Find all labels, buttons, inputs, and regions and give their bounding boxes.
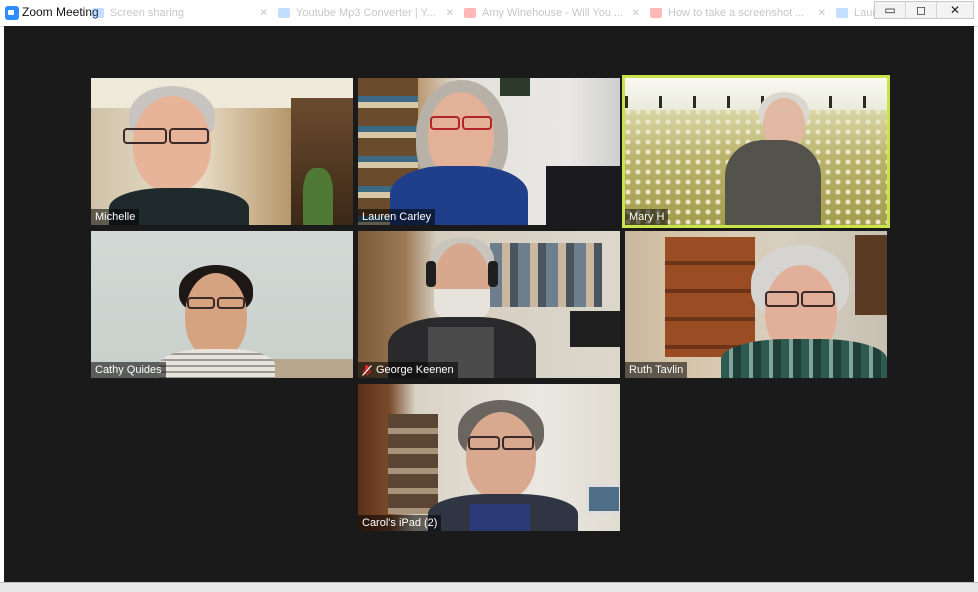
video-tile-carols-ipad[interactable]: Carol's iPad (2) — [358, 384, 620, 531]
background-tab-label: Screen sharing — [110, 7, 184, 19]
participant-name-label: Ruth Tavlin — [625, 362, 688, 378]
participant-name: Lauren Carley — [362, 211, 432, 223]
background-tab-label: How to take a screenshot ... — [668, 7, 805, 19]
participant-name-label: Michelle — [91, 209, 140, 225]
close-icon[interactable]: ✕ — [818, 8, 826, 19]
participant-name-label: Mary H — [625, 209, 669, 225]
video-feed — [358, 231, 620, 378]
background-tab-label: Youtube Mp3 Converter | Y... — [296, 7, 436, 19]
close-icon[interactable]: ✕ — [632, 8, 640, 19]
participant-name: Ruth Tavlin — [629, 364, 684, 376]
minimize-icon: ▭ — [884, 3, 896, 17]
zoom-app-icon — [5, 6, 19, 20]
video-tile-cathy-quides[interactable]: Cathy Quides — [91, 231, 353, 378]
background-tab-label: Amy Winehouse - Will You ... — [482, 7, 624, 19]
video-feed — [91, 231, 353, 378]
window-controls: ▭ ◻ ✕ — [874, 1, 974, 19]
title-bar: Zoom Meeting Screen sharing ✕ Youtube Mp… — [0, 0, 978, 27]
video-tile-ruth-tavlin[interactable]: Ruth Tavlin — [625, 231, 887, 378]
video-feed — [625, 78, 887, 225]
participant-name-label: Lauren Carley — [358, 209, 436, 225]
participant-name: Carol's iPad (2) — [362, 517, 438, 529]
participant-name: Michelle — [95, 211, 136, 223]
close-button[interactable]: ✕ — [936, 2, 973, 18]
youtube-icon — [650, 8, 662, 18]
gallery-view: Michelle Lauren Carley Mary H Cathy Quid… — [4, 26, 974, 582]
video-feed — [358, 384, 620, 531]
video-tile-mary-h[interactable]: Mary H — [622, 75, 890, 228]
zoom-icon — [278, 8, 290, 18]
video-feed — [625, 231, 887, 378]
maximize-button[interactable]: ◻ — [905, 2, 936, 18]
maximize-icon: ◻ — [916, 3, 926, 17]
participant-name: Mary H — [629, 211, 665, 223]
minimize-button[interactable]: ▭ — [875, 2, 905, 18]
background-tab[interactable]: Amy Winehouse - Will You ... ✕ — [464, 5, 650, 21]
zoom-icon — [92, 8, 104, 18]
participant-name-label: Cathy Quides — [91, 362, 166, 378]
zoom-icon — [836, 8, 848, 18]
video-feed — [358, 78, 620, 225]
youtube-icon — [464, 8, 476, 18]
background-tab[interactable]: Youtube Mp3 Converter | Y... ✕ — [278, 5, 464, 21]
close-icon[interactable]: ✕ — [446, 8, 454, 19]
participant-name-label: George Keenen — [358, 362, 458, 378]
window-title: Zoom Meeting — [22, 5, 99, 19]
video-feed — [91, 78, 353, 225]
video-tile-george-keenen[interactable]: George Keenen — [358, 231, 620, 378]
close-icon[interactable]: ✕ — [260, 8, 268, 19]
participant-name-label: Carol's iPad (2) — [358, 515, 442, 531]
close-icon: ✕ — [949, 3, 961, 17]
video-tile-lauren-carley[interactable]: Lauren Carley — [358, 78, 620, 225]
background-tab[interactable]: Screen sharing ✕ — [92, 5, 278, 21]
mic-muted-icon — [362, 364, 372, 376]
background-tabs: Screen sharing ✕ Youtube Mp3 Converter |… — [92, 5, 956, 21]
participant-name: George Keenen — [376, 364, 454, 376]
background-tab[interactable]: How to take a screenshot ... ✕ — [650, 5, 836, 21]
video-tile-michelle[interactable]: Michelle — [91, 78, 353, 225]
participant-name: Cathy Quides — [95, 364, 162, 376]
